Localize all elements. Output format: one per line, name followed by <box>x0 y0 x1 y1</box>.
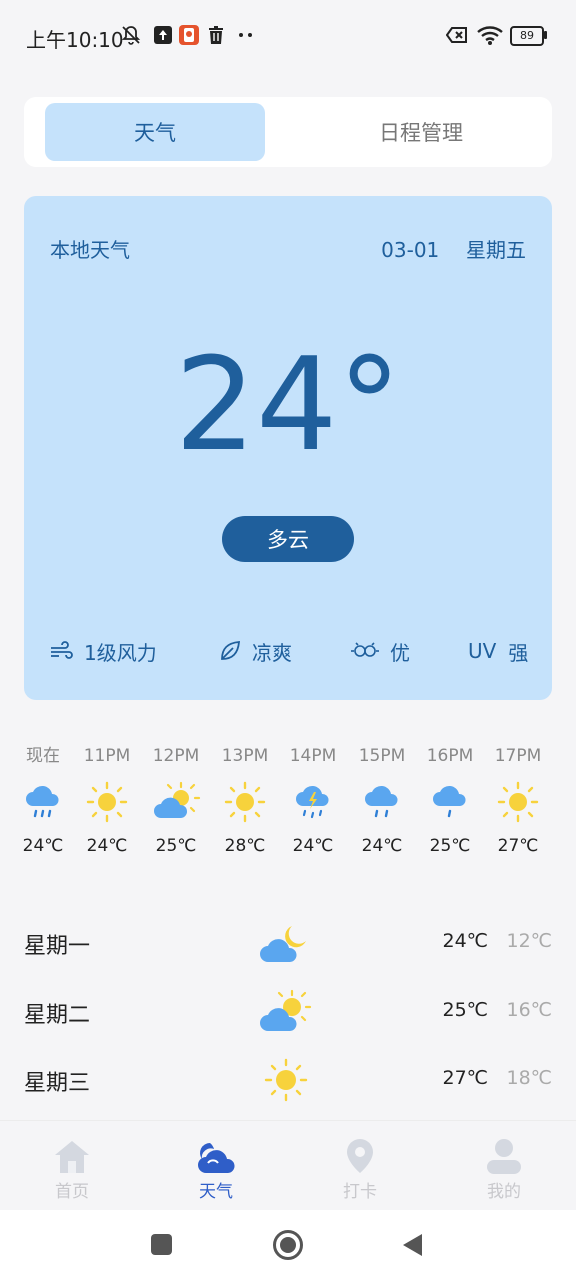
nav-checkin[interactable]: 打卡 <box>288 1121 432 1211</box>
hour-item: 11PM 24℃ <box>71 742 143 856</box>
bottom-nav: 首页 天气 打卡 我的 <box>0 1120 576 1211</box>
partly-cloudy-icon <box>260 989 312 1031</box>
date-value: 03-01 <box>381 238 440 262</box>
more-dots-icon <box>239 33 252 37</box>
day-low: 16℃ <box>506 999 552 1021</box>
home-icon <box>53 1135 91 1175</box>
day-low: 18℃ <box>506 1067 552 1089</box>
day-high: 25℃ <box>442 999 488 1021</box>
nav-home-label: 首页 <box>55 1182 89 1202</box>
hour-item: 15PM 24℃ <box>346 742 418 856</box>
status-bar: 上午10:10 89 <box>0 0 576 72</box>
hour-time: 现在 <box>26 746 60 766</box>
nav-weather[interactable]: 天气 <box>144 1121 288 1211</box>
hour-temp: 24℃ <box>361 836 403 856</box>
day-name: 星期一 <box>24 934 91 959</box>
hour-time: 11PM <box>83 746 131 766</box>
uv-label: UV <box>468 639 497 663</box>
nav-checkin-label: 打卡 <box>343 1182 377 1202</box>
sun-icon <box>264 1058 308 1102</box>
air-quality-stat: 优 <box>350 634 410 668</box>
hour-item: 16PM 25℃ <box>414 742 486 856</box>
uv-value: 强 <box>508 640 529 665</box>
air-quality-icon <box>351 642 379 657</box>
wifi-icon <box>477 26 503 45</box>
hour-time: 12PM <box>152 746 200 766</box>
light-rain-icon <box>414 776 486 828</box>
air-quality-value: 优 <box>390 640 410 665</box>
location-label: 本地天气 <box>50 238 130 262</box>
system-nav-bar <box>0 1210 576 1280</box>
feel-value: 凉爽 <box>252 640 292 665</box>
segmented-tabs: 天气 日程管理 <box>24 97 552 167</box>
condition-badge: 多云 <box>222 516 354 562</box>
current-weather-card: 本地天气 03-01 星期五 24° 多云 1级风力 凉爽 优 UV 强 <box>24 196 552 700</box>
day-high: 27℃ <box>442 1067 488 1089</box>
day-low: 12℃ <box>506 930 552 952</box>
thunderstorm-icon <box>277 776 349 828</box>
hour-temp: 24℃ <box>22 836 64 856</box>
hour-temp: 27℃ <box>497 836 539 856</box>
day-name: 星期二 <box>24 1003 91 1028</box>
day-high: 24℃ <box>442 930 488 952</box>
battery-tip <box>544 31 547 39</box>
daily-row: 星期三 27℃ 18℃ <box>24 1053 552 1107</box>
tab-schedule[interactable]: 日程管理 <box>311 103 531 161</box>
sun-icon <box>482 776 554 828</box>
hour-time: 15PM <box>358 746 406 766</box>
partly-cloudy-icon <box>140 776 212 828</box>
hour-temp: 24℃ <box>292 836 334 856</box>
recents-button[interactable] <box>151 1234 172 1255</box>
weekday-value: 星期五 <box>466 238 526 262</box>
hour-item: 现在 24℃ <box>7 742 79 856</box>
location-pin-icon <box>343 1135 377 1175</box>
weather-icon <box>196 1135 236 1175</box>
tab-weather[interactable]: 天气 <box>45 103 265 161</box>
upload-icon <box>154 26 172 44</box>
no-sim-icon <box>446 27 467 43</box>
status-time: 上午10:10 <box>26 28 124 52</box>
hour-time: 16PM <box>426 746 474 766</box>
home-button[interactable] <box>273 1230 303 1260</box>
hour-time: 17PM <box>494 746 542 766</box>
nav-home[interactable]: 首页 <box>0 1121 144 1211</box>
hour-time: 13PM <box>221 746 269 766</box>
hour-item: 13PM 28℃ <box>209 742 281 856</box>
sun-icon <box>209 776 281 828</box>
battery-icon: 89 <box>510 26 544 46</box>
rain-icon <box>346 776 418 828</box>
hour-item: 17PM 27℃ <box>482 742 554 856</box>
hour-temp: 28℃ <box>224 836 266 856</box>
daily-row: 星期二 25℃ 16℃ <box>24 985 552 1039</box>
nav-weather-label: 天气 <box>199 1182 233 1202</box>
nav-profile[interactable]: 我的 <box>432 1121 576 1211</box>
back-button[interactable] <box>400 1232 424 1258</box>
hour-item: 14PM 24℃ <box>277 742 349 856</box>
user-icon <box>485 1135 523 1175</box>
daily-row: 星期一 24℃ 12℃ <box>24 916 552 970</box>
hour-temp: 25℃ <box>155 836 197 856</box>
day-name: 星期三 <box>24 1071 91 1096</box>
uv-stat: UV 强 <box>468 634 528 668</box>
leaf-icon <box>221 641 240 660</box>
app-notification-icon <box>179 25 199 45</box>
hour-item: 12PM 25℃ <box>140 742 212 856</box>
wind-value: 1级风力 <box>84 640 157 665</box>
wind-stat: 1级风力 <box>50 634 157 668</box>
current-temperature: 24° <box>174 331 402 480</box>
nav-profile-label: 我的 <box>487 1182 521 1202</box>
hour-temp: 24℃ <box>86 836 128 856</box>
trash-icon <box>209 26 223 44</box>
sun-icon <box>71 776 143 828</box>
mute-bell-icon <box>121 26 141 45</box>
wind-icon <box>51 641 73 659</box>
date-label: 03-01 星期五 <box>381 234 526 263</box>
hour-temp: 25℃ <box>429 836 471 856</box>
feel-stat: 凉爽 <box>218 634 292 668</box>
cloudy-night-icon <box>260 926 306 962</box>
rain-icon <box>7 776 79 828</box>
hour-time: 14PM <box>289 746 337 766</box>
